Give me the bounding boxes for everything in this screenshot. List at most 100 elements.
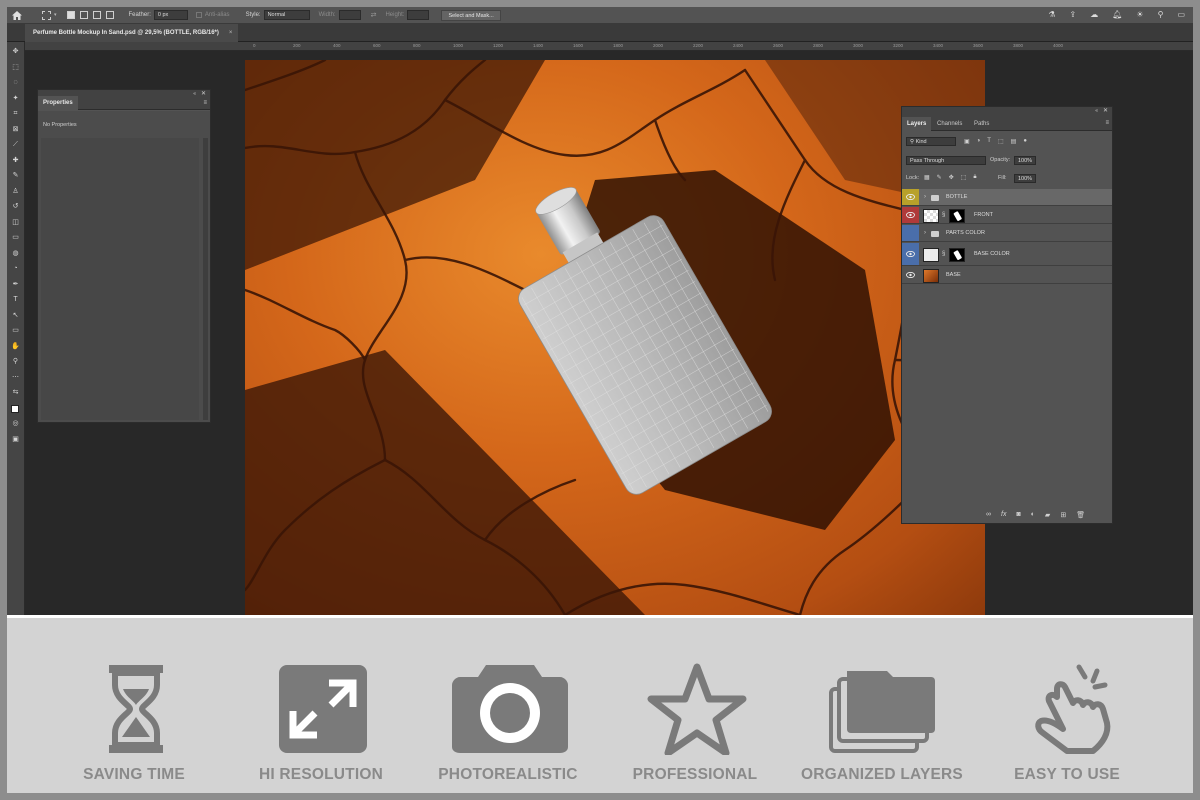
blend-mode-select[interactable]: Pass Through [906, 156, 986, 165]
panel-menu-icon[interactable]: ≡ [203, 100, 207, 106]
antialias-checkbox[interactable] [195, 12, 202, 18]
flask-icon[interactable]: ⚗ [1048, 10, 1055, 19]
rectangle-tool-icon[interactable]: ▭ [10, 327, 21, 335]
height-input[interactable] [407, 10, 430, 20]
new-selection-icon[interactable] [66, 11, 75, 19]
cloud-icon[interactable]: ☁ [1090, 10, 1098, 19]
dodge-tool-icon[interactable]: ◔ [10, 265, 21, 273]
gradient-tool-icon[interactable]: ▭ [10, 234, 21, 242]
lock-artboard-icon[interactable]: ⬚ [961, 174, 967, 181]
properties-scrollbar[interactable] [203, 138, 208, 420]
close-panel-icon[interactable]: ✕ [1103, 107, 1108, 114]
visibility-eye-icon[interactable] [902, 189, 919, 205]
intersect-selection-icon[interactable] [105, 11, 114, 19]
new-layer-icon[interactable]: ⊞ [1060, 511, 1066, 519]
search-icon[interactable]: ⚲ [1158, 10, 1164, 19]
zoom-tool-icon[interactable]: ⚲ [10, 358, 21, 366]
select-and-mask-button[interactable]: Select and Mask... [441, 9, 501, 21]
width-input[interactable] [338, 10, 361, 20]
smart-filter-icon[interactable]: ▤ [1011, 138, 1017, 145]
link-layers-icon[interactable]: ∞ [986, 511, 991, 519]
layer-mask-thumbnail[interactable] [949, 247, 965, 262]
adjustment-layer-icon[interactable]: ◐ [1031, 511, 1035, 519]
hand-tool-icon[interactable]: ✋ [10, 343, 21, 351]
move-tool-icon[interactable]: ✥ [10, 48, 21, 56]
panel-menu-icon[interactable]: ≡ [1105, 120, 1109, 126]
filter-toggle-icon[interactable]: ● [1023, 138, 1027, 145]
share-icon[interactable]: ⇪ [1070, 10, 1077, 19]
expand-chevron-icon[interactable]: › [924, 230, 926, 236]
fill-input[interactable]: 100% [1014, 174, 1037, 183]
path-select-icon[interactable]: ↖ [10, 312, 21, 320]
collapse-panel-icon[interactable]: « [193, 91, 196, 97]
layer-mask-thumbnail[interactable] [949, 208, 965, 223]
type-tool-icon[interactable]: T [10, 296, 21, 304]
bell-icon[interactable]: 🔔︎ [1112, 10, 1122, 19]
new-group-icon[interactable]: ▰ [1045, 511, 1050, 519]
brush-tool-icon[interactable]: ✎ [10, 172, 21, 180]
add-selection-icon[interactable] [79, 11, 88, 19]
delete-layer-icon[interactable]: 🗑︎ [1076, 511, 1085, 519]
frame-tool-icon[interactable]: ⊠ [10, 126, 21, 134]
document-tab[interactable]: Perfume Bottle Mockup In Sand.psd @ 29,5… [25, 24, 239, 42]
feather-input[interactable]: 0 px [153, 10, 188, 20]
healing-brush-icon[interactable]: ✚ [10, 157, 21, 165]
clone-stamp-icon[interactable]: ♙ [10, 188, 21, 196]
lasso-tool-icon[interactable]: ◌ [10, 79, 21, 87]
filter-kind-select[interactable]: ⚲ Kind [906, 137, 956, 146]
quick-mask-icon[interactable]: ◎ [10, 420, 21, 428]
visibility-eye-icon[interactable] [902, 225, 919, 241]
history-brush-icon[interactable]: ↺ [10, 203, 21, 211]
tab-channels[interactable]: Channels [932, 117, 967, 131]
style-select[interactable]: Normal [263, 10, 310, 20]
layer-row-front[interactable]: § FRONT [902, 207, 1112, 224]
pixel-filter-icon[interactable]: ▣ [964, 138, 970, 145]
blur-tool-icon[interactable]: ◍ [10, 250, 21, 258]
layer-row-bottle[interactable]: › BOTTLE [902, 189, 1112, 206]
close-panel-icon[interactable]: ✕ [201, 90, 206, 97]
screen-mode-icon[interactable]: ▣ [10, 436, 21, 444]
foreground-color-icon[interactable] [11, 404, 19, 413]
shape-filter-icon[interactable]: ⬚ [998, 138, 1004, 145]
magic-wand-icon[interactable]: ✦ [10, 95, 21, 103]
subtract-selection-icon[interactable] [92, 11, 101, 19]
more-tools-icon[interactable]: ⋯ [10, 374, 21, 382]
crop-tool-icon[interactable]: ⌗ [10, 110, 21, 118]
layer-row-base-color[interactable]: § BASE COLOR [902, 243, 1112, 266]
document-canvas[interactable] [245, 60, 985, 615]
type-filter-icon[interactable]: T [987, 138, 991, 145]
eyedropper-icon[interactable]: ⟋ [10, 141, 21, 149]
chain-link-icon[interactable]: § [942, 212, 945, 218]
eraser-tool-icon[interactable]: ◫ [10, 219, 21, 227]
properties-tab[interactable]: Properties [38, 96, 78, 110]
swap-icon[interactable]: ⇄ [371, 11, 377, 19]
expand-chevron-icon[interactable]: › [924, 194, 926, 200]
opacity-input[interactable]: 100% [1014, 156, 1037, 165]
marquee-tool-icon[interactable]: ⬚ [10, 64, 21, 72]
marquee-tool-icon[interactable] [42, 10, 51, 20]
chain-link-icon[interactable]: § [942, 251, 945, 257]
window-icon[interactable]: ▭ [1177, 10, 1185, 19]
layer-row-parts-color[interactable]: › PARTS COLOR [902, 225, 1112, 242]
lock-transparent-icon[interactable]: ▦ [924, 174, 930, 181]
chevron-down-icon[interactable]: ▾ [54, 12, 57, 18]
brightness-icon[interactable]: ☀ [1136, 10, 1143, 19]
lock-pixels-icon[interactable]: ✎ [937, 174, 942, 181]
tab-layers[interactable]: Layers [902, 117, 932, 131]
add-mask-icon[interactable]: ◙ [1016, 511, 1020, 519]
visibility-eye-icon[interactable] [902, 207, 919, 223]
visibility-eye-icon[interactable] [902, 267, 919, 283]
tab-paths[interactable]: Paths [969, 117, 994, 131]
swap-colors-icon[interactable]: ⇆ [10, 389, 21, 397]
visibility-eye-icon[interactable] [902, 243, 919, 265]
fx-icon[interactable]: fx [1001, 511, 1006, 519]
lock-position-icon[interactable]: ✥ [949, 174, 954, 181]
layer-row-base[interactable]: BASE [902, 267, 1112, 284]
pen-tool-icon[interactable]: ✒ [10, 281, 21, 289]
properties-panel-header: Properties « ✕ ≡ [38, 90, 210, 110]
collapse-panel-icon[interactable]: « [1095, 108, 1098, 114]
close-tab-icon[interactable]: × [229, 30, 233, 36]
home-icon[interactable] [12, 10, 22, 20]
lock-all-icon[interactable]: 🔒︎ [973, 174, 976, 181]
adjustment-filter-icon[interactable]: ◑ [977, 138, 981, 145]
